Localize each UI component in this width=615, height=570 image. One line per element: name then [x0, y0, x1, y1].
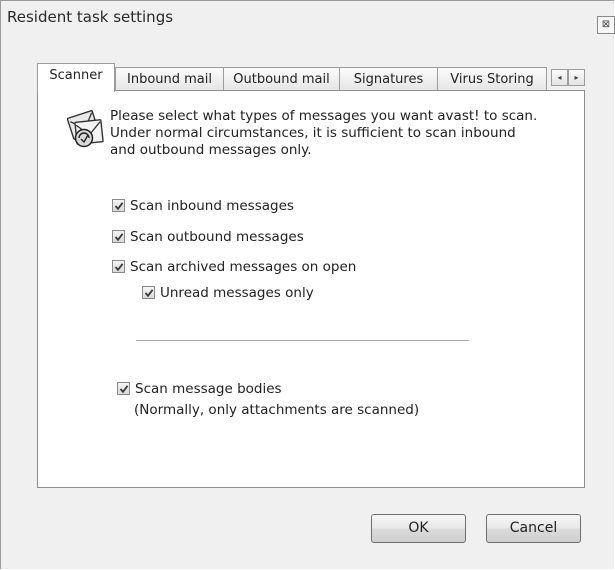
- cancel-button[interactable]: Cancel: [486, 514, 581, 543]
- tab-strip: Scanner Inbound mail Outbound mail Signa…: [37, 63, 586, 92]
- checkbox-label: Scan archived messages on open: [130, 259, 357, 275]
- checkbox-label: Scan inbound messages: [130, 198, 294, 214]
- checkbox-checked-icon[interactable]: [112, 260, 125, 273]
- separator-line: [136, 340, 469, 341]
- scan-bodies-checkbox[interactable]: Scan message bodies: [117, 380, 282, 398]
- tab-label: Signatures: [353, 72, 424, 87]
- tab-label: Outbound mail: [233, 72, 330, 87]
- mail-shield-icon: [66, 109, 105, 149]
- scan-outbound-checkbox[interactable]: Scan outbound messages: [112, 228, 304, 246]
- tab-label: Scanner: [49, 68, 103, 83]
- tab-signatures[interactable]: Signatures: [339, 67, 438, 90]
- scan-inbound-checkbox[interactable]: Scan inbound messages: [112, 197, 294, 215]
- checkbox-checked-icon[interactable]: [112, 230, 125, 243]
- checkbox-label: Scan outbound messages: [130, 229, 304, 245]
- tab-scanner[interactable]: Scanner: [37, 63, 115, 92]
- checkbox-label: Scan message bodies: [135, 381, 282, 397]
- scan-archived-checkbox[interactable]: Scan archived messages on open: [112, 258, 356, 276]
- window-title: Resident task settings: [7, 8, 174, 26]
- tab-outbound-mail[interactable]: Outbound mail: [223, 67, 340, 90]
- checkbox-checked-icon[interactable]: [142, 286, 155, 299]
- description-line: Under normal circumstances, it is suffic…: [110, 125, 516, 141]
- description-line: and outbound messages only.: [110, 142, 312, 158]
- scan-bodies-note: (Normally, only attachments are scanned): [134, 402, 420, 418]
- tab-inbound-mail[interactable]: Inbound mail: [115, 67, 224, 90]
- tab-label: Virus Storing: [450, 72, 534, 87]
- checkbox-label: Unread messages only: [160, 285, 314, 301]
- tab-label: Inbound mail: [127, 72, 212, 87]
- tab-scroll-left-icon[interactable]: ◂: [551, 69, 568, 86]
- title-bar: Resident task settings: [1, 1, 614, 37]
- close-icon[interactable]: ⊠: [597, 16, 615, 34]
- tab-virus-storing[interactable]: Virus Storing: [437, 67, 547, 90]
- tab-scroll-right-icon[interactable]: ▸: [568, 69, 585, 86]
- scanner-description: Please select what types of messages you…: [110, 108, 570, 159]
- checkbox-checked-icon[interactable]: [112, 199, 125, 212]
- description-line: Please select what types of messages you…: [110, 108, 538, 124]
- checkbox-checked-icon[interactable]: [117, 382, 130, 395]
- ok-button[interactable]: OK: [371, 514, 466, 543]
- unread-only-checkbox[interactable]: Unread messages only: [142, 284, 314, 302]
